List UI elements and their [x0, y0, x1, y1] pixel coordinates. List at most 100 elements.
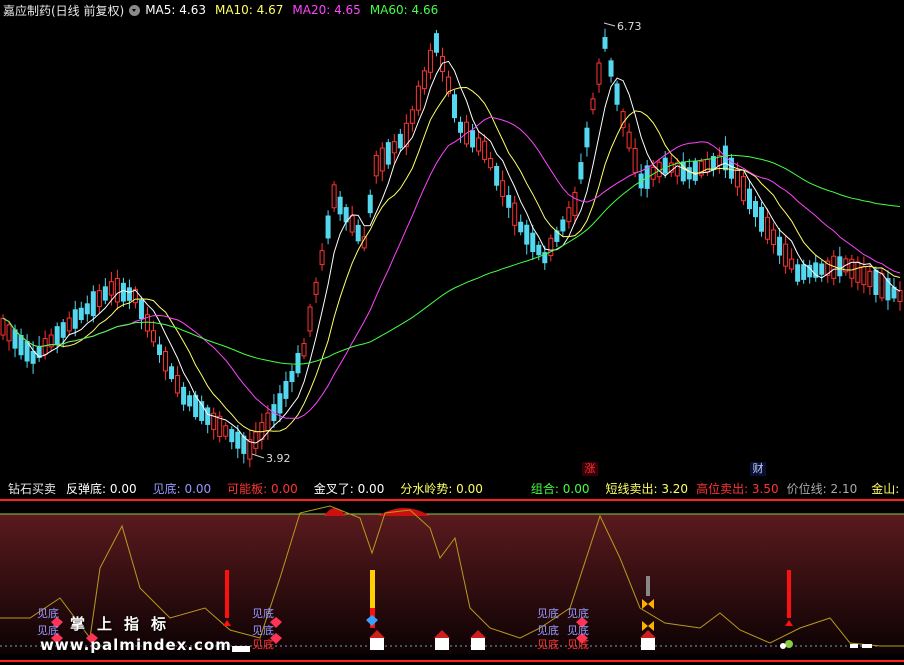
candle-body	[765, 216, 771, 240]
ind-item-kenengban: 可能板: 0.00	[227, 481, 298, 496]
candle-body	[488, 157, 494, 169]
candle-body	[163, 351, 169, 372]
low-price-label: 3.92	[266, 452, 291, 465]
candle-body	[771, 229, 777, 245]
ind-item-fantan: 反弹底: 0.00	[66, 481, 137, 496]
candle-body	[181, 386, 187, 405]
candle-body	[590, 98, 596, 111]
candle-body	[120, 282, 126, 302]
candle-body	[512, 202, 518, 226]
candle-body	[867, 270, 873, 288]
candle-body	[777, 236, 783, 256]
candle-body	[157, 344, 163, 355]
candle-body	[313, 281, 319, 295]
candle-body	[482, 140, 488, 160]
candle-body	[584, 127, 590, 148]
candle-body	[289, 371, 295, 383]
candle-body	[476, 137, 482, 152]
candle-body	[277, 393, 283, 414]
candle-body	[12, 329, 18, 349]
candle-body	[78, 307, 84, 321]
candle-body	[108, 281, 114, 296]
ma10-label: MA10: 4.67	[214, 3, 284, 17]
cai-badge[interactable]: 财	[750, 462, 766, 476]
candle-body	[873, 269, 879, 295]
candles	[0, 28, 903, 468]
candle-body	[235, 431, 241, 449]
moving-averages	[2, 60, 901, 444]
high-price-label: 6.73	[617, 20, 642, 33]
candlestick-chart[interactable]: 6.73 3.92	[0, 20, 904, 478]
dropdown-icon[interactable]	[129, 4, 141, 16]
candle-body	[578, 162, 584, 180]
candle-body	[84, 303, 90, 315]
candle-body	[734, 169, 740, 188]
candle-body	[0, 317, 6, 336]
candle-body	[572, 192, 578, 216]
candle-body	[331, 184, 337, 209]
candle-body	[566, 207, 572, 223]
price-header: 嘉应制药(日线 前复权) MA5: 4.63 MA10: 4.67 MA20: …	[0, 0, 904, 20]
white-block	[232, 646, 250, 652]
candle-body	[409, 109, 415, 124]
candle-body	[283, 381, 289, 399]
candle-body	[855, 261, 861, 283]
candle-body	[427, 49, 433, 73]
ma60-line	[2, 154, 901, 365]
candle-body	[783, 243, 789, 267]
candle-body	[506, 195, 512, 208]
signal-dot	[785, 640, 793, 648]
candle-body	[187, 395, 193, 407]
ma60-label: MA60: 4.66	[369, 3, 439, 17]
candle-body	[614, 83, 620, 105]
jiandi-label: 见底	[537, 623, 559, 637]
watermark-title: 掌上指标	[70, 615, 179, 633]
candle-body	[861, 266, 867, 286]
candle-body	[6, 324, 12, 342]
candle-body	[753, 201, 759, 218]
house-icon	[471, 638, 485, 650]
candle-body	[66, 317, 72, 332]
candle-body	[96, 290, 102, 308]
signal-bar	[225, 570, 229, 618]
ind-item-zuhe: 组合: 0.00	[530, 481, 590, 496]
white-block	[850, 644, 858, 648]
jiandi-label: 见底	[252, 606, 274, 620]
candle-body	[458, 121, 464, 133]
candle-body	[608, 60, 614, 77]
candle-body	[391, 141, 397, 154]
candle-body	[433, 33, 439, 53]
ind-item-jinshan: 金山:	[871, 481, 900, 496]
candle-body	[518, 221, 524, 233]
ma20-label: MA20: 4.65	[292, 3, 361, 17]
candle-body	[337, 196, 343, 215]
candle-body	[18, 334, 24, 356]
signal-bar	[787, 570, 791, 618]
candle-body	[494, 166, 500, 186]
candle-body	[90, 291, 96, 317]
candle-body	[229, 429, 235, 443]
candle-body	[325, 215, 331, 239]
candle-body	[379, 147, 385, 172]
white-block	[862, 644, 872, 648]
candle-body	[72, 309, 78, 329]
signal-bar-yellow	[370, 570, 375, 608]
candle-body	[530, 232, 536, 253]
zhang-badge[interactable]: 涨	[582, 462, 598, 476]
candle-body	[349, 215, 355, 233]
ma10-line	[2, 86, 901, 433]
candle-body	[632, 148, 638, 174]
candle-body	[415, 85, 421, 111]
candle-body	[114, 278, 120, 303]
ma5-line	[2, 60, 901, 444]
candle-body	[397, 133, 403, 149]
jiandi-label: 见底	[537, 637, 559, 651]
watermark: 掌上指标 www.palmindex.com	[40, 613, 232, 654]
candle-body	[897, 290, 903, 303]
candle-body	[602, 37, 608, 49]
candle-body	[253, 431, 259, 449]
candle-body	[301, 343, 307, 357]
candle-body	[759, 206, 765, 232]
candle-body	[54, 326, 60, 345]
ind-item-fenshuiling: 分水岭势: 0.00	[400, 481, 483, 496]
